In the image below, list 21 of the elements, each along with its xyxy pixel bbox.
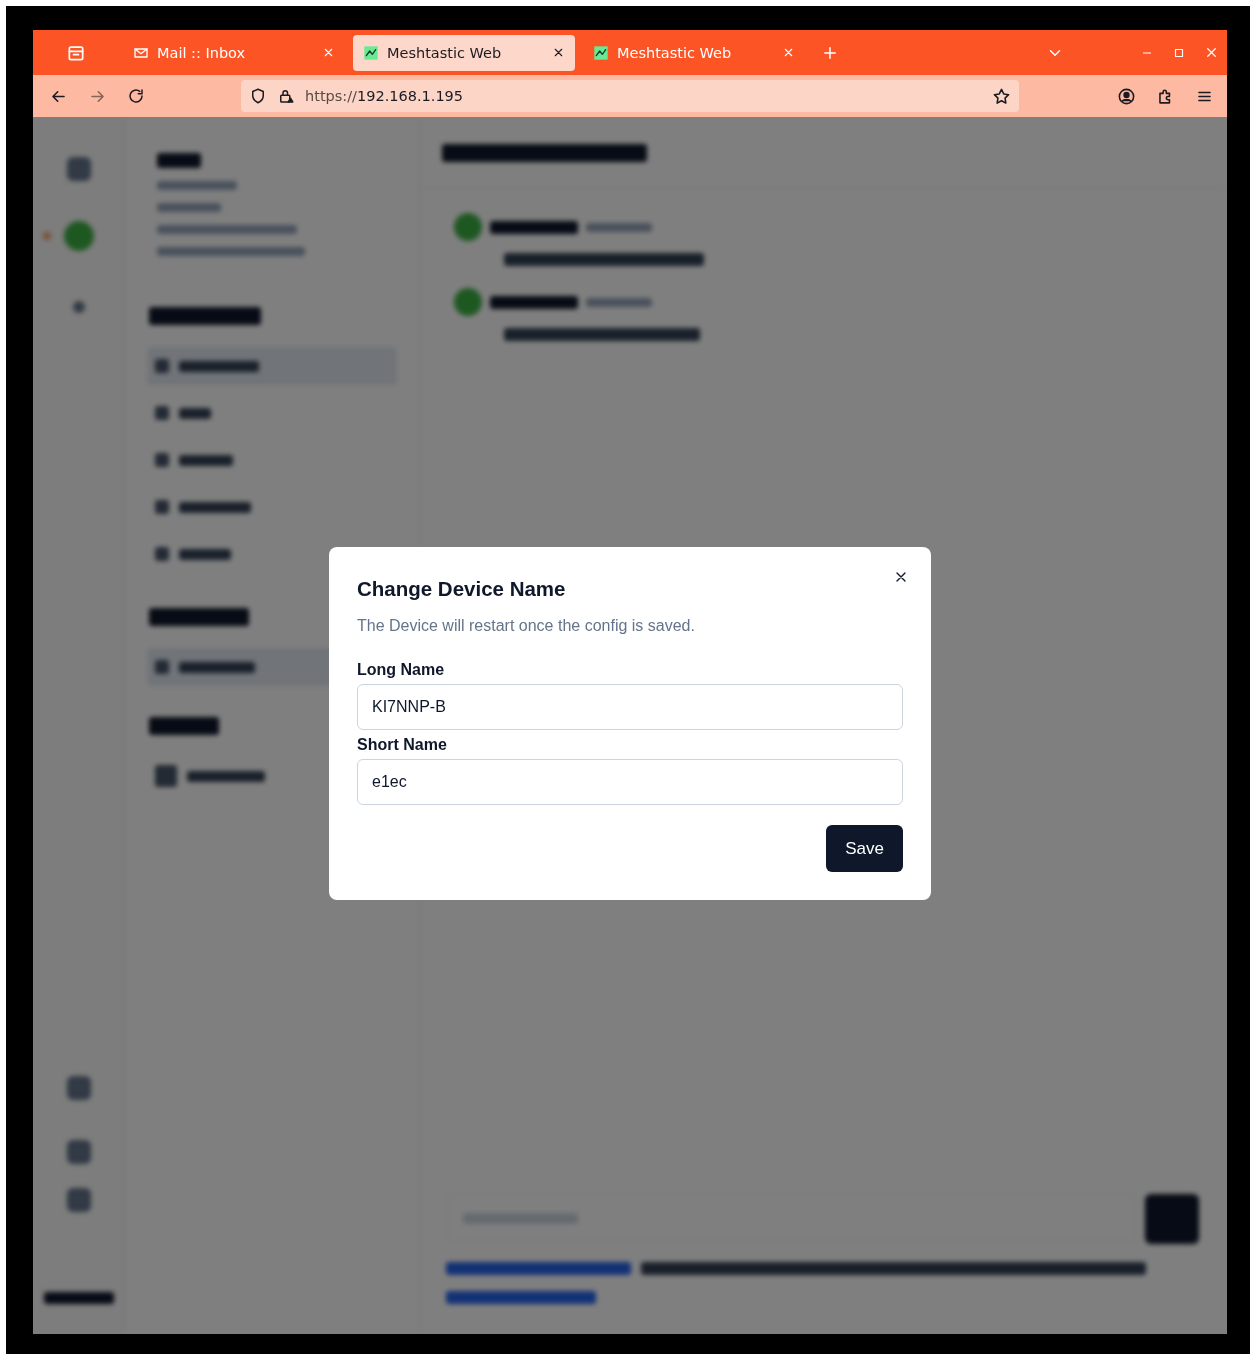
- text-field[interactable]: KI7NNP-B: [357, 684, 903, 730]
- account-icon[interactable]: [1117, 86, 1136, 106]
- star-icon[interactable]: [992, 86, 1011, 106]
- address-bar[interactable]: https://192.168.1.195: [241, 80, 1019, 112]
- save-button[interactable]: Save: [826, 825, 903, 872]
- url-text: https://192.168.1.195: [305, 88, 465, 104]
- field-label: Short Name: [357, 736, 448, 754]
- text-field[interactable]: e1ec: [357, 759, 903, 805]
- reload-icon[interactable]: [127, 86, 145, 105]
- lock-icon: [277, 87, 295, 105]
- tab-title: Meshtastic Web: [617, 44, 733, 61]
- app-logo-icon: [593, 44, 609, 61]
- tab-title: Meshtastic Web: [387, 44, 503, 61]
- field-label: Long Name: [357, 661, 446, 679]
- dialog-title: Change Device Name: [357, 577, 567, 601]
- browser-tab[interactable]: Meshtastic Web: [353, 34, 575, 71]
- shield-icon: [249, 87, 267, 105]
- dialog-description: The Device will restart once the config is saved.: [357, 617, 696, 635]
- close-icon[interactable]: [552, 46, 565, 59]
- app-logo-icon: [363, 44, 379, 61]
- tab-title: Mail :: Inbox: [157, 44, 247, 61]
